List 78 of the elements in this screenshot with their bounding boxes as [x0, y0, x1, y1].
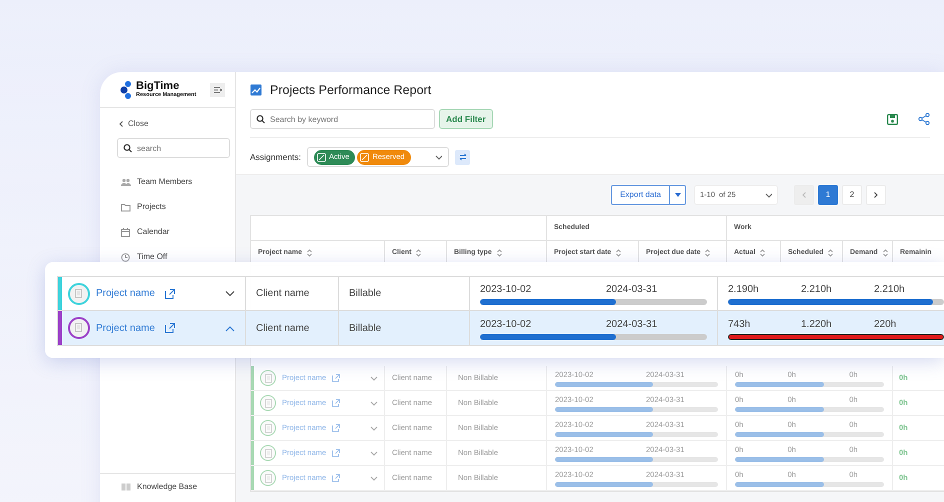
table-cell-text: 1.220h — [801, 318, 833, 332]
page-button[interactable]: 1 — [818, 185, 838, 205]
chevron-right-icon — [874, 192, 878, 198]
external-link-icon[interactable] — [332, 374, 340, 382]
share-icon[interactable] — [918, 113, 930, 125]
sidebar-item[interactable]: Time Off — [121, 252, 168, 262]
sidebar-item[interactable]: Calendar — [121, 227, 170, 237]
sidebar-item[interactable]: Knowledge Base — [121, 482, 235, 492]
external-link-icon[interactable] — [332, 449, 340, 457]
chevron-left-icon — [119, 121, 123, 127]
page-button[interactable]: 2 — [842, 185, 862, 205]
folder-icon — [121, 202, 131, 212]
sort-icon[interactable] — [882, 249, 888, 257]
brand-name: BigTime — [136, 80, 180, 92]
document-icon — [264, 448, 272, 458]
clock-icon — [121, 252, 131, 262]
document-icon — [264, 374, 272, 382]
table-cell-text: Client name — [256, 322, 310, 336]
table-cell-text: 2.190h — [728, 283, 760, 297]
external-link-icon[interactable] — [332, 399, 340, 407]
table-cell-text: 2023-10-02 — [480, 283, 532, 297]
menu-collapse-icon — [214, 86, 222, 92]
page-title: Projects Performance Report — [270, 82, 432, 99]
sidebar-item[interactable]: Team Members — [121, 177, 192, 187]
sort-icon[interactable] — [496, 249, 502, 257]
caret-down-icon — [765, 192, 772, 198]
table-cell-text: 2024-03-31 — [606, 283, 658, 297]
document-icon — [264, 424, 272, 432]
document-icon — [264, 474, 272, 482]
sort-icon[interactable] — [306, 249, 312, 257]
chevron-up-icon[interactable] — [225, 324, 235, 332]
external-link-icon[interactable] — [164, 323, 175, 333]
external-link-icon[interactable] — [332, 474, 340, 482]
caret-down-icon — [435, 154, 442, 160]
collapse-button[interactable] — [210, 82, 225, 96]
sidebar-search-field[interactable]: search — [117, 138, 230, 158]
search-icon — [256, 114, 265, 124]
search-icon — [123, 144, 132, 152]
swap-icon — [458, 153, 467, 161]
add-filter-button[interactable]: Add Filter — [439, 109, 493, 129]
caret-down-icon — [674, 193, 680, 197]
table-cell-text: Billable — [349, 322, 382, 336]
table-cell-text: Client name — [256, 287, 310, 301]
table-cell-text: 220h — [874, 318, 898, 332]
document-icon — [74, 323, 84, 333]
table-row[interactable]: Project name Client name Billable 2023-10-02 2024-03-31 743h 1.220h 220h — [57, 311, 944, 346]
table-cell-text: Billable — [349, 287, 382, 301]
logo-icon — [120, 80, 132, 98]
assignments-label: Assignments: — [250, 150, 302, 164]
project-link[interactable]: Project name — [96, 286, 155, 301]
document-icon — [264, 398, 272, 408]
chart-icon — [250, 84, 262, 96]
external-link-icon[interactable] — [164, 288, 175, 298]
sort-icon[interactable] — [616, 249, 622, 257]
tag-icon — [360, 152, 370, 162]
table-cell-text: 2023-10-02 — [480, 318, 532, 332]
table-cell-text: 2024-03-31 — [606, 318, 658, 332]
sort-icon[interactable] — [705, 249, 710, 257]
sort-icon[interactable] — [416, 249, 422, 257]
calendar-icon — [121, 228, 131, 236]
table-cell-text: 2.210h — [874, 283, 906, 297]
table-cell-text: 743h — [728, 318, 752, 332]
book-icon — [121, 483, 131, 491]
sort-icon[interactable] — [828, 249, 834, 257]
close-link[interactable]: Close — [119, 118, 235, 130]
external-link-icon[interactable] — [332, 424, 340, 432]
chevron-left-icon — [802, 192, 806, 198]
sidebar-item[interactable]: Projects — [121, 202, 166, 212]
search-field[interactable]: Search by keyword — [250, 109, 435, 129]
chevron-down-icon[interactable] — [225, 290, 235, 297]
table-cell-text: 2.210h — [801, 283, 833, 297]
sort-icon[interactable] — [760, 249, 766, 257]
save-icon[interactable] — [887, 114, 898, 124]
document-icon — [74, 288, 84, 298]
project-link[interactable]: Project name — [96, 320, 155, 336]
tag-icon — [317, 152, 326, 162]
people-icon — [121, 178, 131, 186]
swap-button[interactable] — [455, 150, 470, 164]
